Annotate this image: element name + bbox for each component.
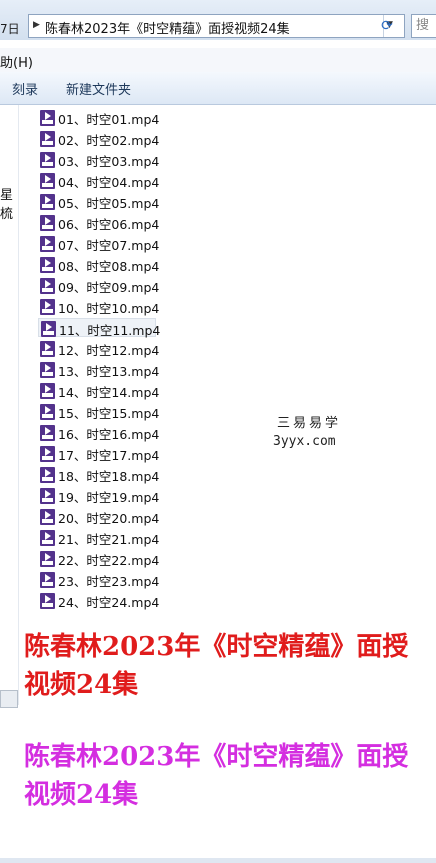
status-bar-edge (0, 858, 436, 863)
file-name[interactable]: 18、时空18.mp4 (58, 466, 159, 485)
file-row[interactable]: 08、时空08.mp4 (38, 255, 159, 275)
watermark-url: 3yyx.com (273, 434, 336, 449)
mp4-file-icon[interactable] (40, 173, 55, 189)
mp4-file-icon[interactable] (40, 446, 55, 462)
file-row[interactable]: 13、时空13.mp4 (38, 360, 159, 380)
file-name[interactable]: 08、时空08.mp4 (58, 256, 159, 275)
toolbar: 刻录 新建文件夹 (0, 72, 436, 105)
caption-red: 陈春林2023年《时空精蕴》面授视频24集 (24, 632, 409, 700)
mp4-file-icon[interactable] (40, 425, 55, 441)
mp4-file-icon[interactable] (40, 362, 55, 378)
mp4-file-icon[interactable] (40, 131, 55, 147)
mp4-file-icon[interactable] (40, 509, 55, 525)
file-row[interactable]: 15、时空15.mp4 (38, 402, 159, 422)
file-name[interactable]: 09、时空09.mp4 (58, 277, 159, 296)
mp4-file-icon[interactable] (40, 215, 55, 231)
file-row[interactable]: 11、时空11.mp4 (38, 318, 160, 338)
file-name[interactable]: 13、时空13.mp4 (58, 361, 159, 380)
menu-item-help[interactable]: 助(H) (0, 52, 33, 71)
file-row[interactable]: 06、时空06.mp4 (38, 213, 159, 233)
file-name[interactable]: 16、时空16.mp4 (58, 424, 159, 443)
refresh-icon[interactable]: ⟳ (376, 16, 398, 36)
search-input[interactable]: 搜 (411, 14, 436, 38)
file-name[interactable]: 01、时空01.mp4 (58, 109, 159, 128)
file-name[interactable]: 22、时空22.mp4 (58, 550, 159, 569)
file-name[interactable]: 17、时空17.mp4 (58, 445, 159, 464)
mp4-file-icon[interactable] (41, 321, 56, 337)
mp4-file-icon[interactable] (40, 488, 55, 504)
breadcrumb-fragment[interactable]: 7日 (0, 20, 20, 37)
file-row[interactable]: 23、时空23.mp4 (38, 570, 159, 590)
navigation-pane: 星梳 (0, 105, 19, 705)
file-row[interactable]: 02、时空02.mp4 (38, 129, 159, 149)
file-row[interactable]: 01、时空01.mp4 (38, 108, 159, 128)
file-name[interactable]: 20、时空20.mp4 (58, 508, 159, 527)
file-name[interactable]: 02、时空02.mp4 (58, 130, 159, 149)
file-row[interactable]: 19、时空19.mp4 (38, 486, 159, 506)
file-name[interactable]: 03、时空03.mp4 (58, 151, 159, 170)
file-row[interactable]: 16、时空16.mp4 (38, 423, 159, 443)
file-name[interactable]: 14、时空14.mp4 (58, 382, 159, 401)
file-name[interactable]: 15、时空15.mp4 (58, 403, 159, 422)
file-row[interactable]: 09、时空09.mp4 (38, 276, 159, 296)
file-name[interactable]: 07、时空07.mp4 (58, 235, 159, 254)
file-row[interactable]: 04、时空04.mp4 (38, 171, 159, 191)
burn-button[interactable]: 刻录 (12, 79, 38, 98)
mp4-file-icon[interactable] (40, 593, 55, 609)
mp4-file-icon[interactable] (40, 152, 55, 168)
mp4-file-icon[interactable] (40, 404, 55, 420)
file-row[interactable]: 17、时空17.mp4 (38, 444, 159, 464)
file-name[interactable]: 19、时空19.mp4 (58, 487, 159, 506)
mp4-file-icon[interactable] (40, 194, 55, 210)
file-row[interactable]: 05、时空05.mp4 (38, 192, 159, 212)
menu-bar: 助(H) (0, 48, 436, 72)
file-row[interactable]: 21、时空21.mp4 (38, 528, 159, 548)
file-row[interactable]: 12、时空12.mp4 (38, 339, 159, 359)
mp4-file-icon[interactable] (40, 278, 55, 294)
address-path[interactable]: 陈春林2023年《时空精蕴》面授视频24集 (45, 18, 290, 37)
mp4-file-icon[interactable] (40, 467, 55, 483)
file-name[interactable]: 24、时空24.mp4 (58, 592, 159, 611)
watermark-title: 三易易学 (277, 416, 342, 431)
file-name[interactable]: 21、时空21.mp4 (58, 529, 159, 548)
file-row[interactable]: 07、时空07.mp4 (38, 234, 159, 254)
file-row[interactable]: 18、时空18.mp4 (38, 465, 159, 485)
mp4-file-icon[interactable] (40, 551, 55, 567)
nav-item-label[interactable]: 星梳 (0, 184, 18, 222)
file-name[interactable]: 12、时空12.mp4 (58, 340, 159, 359)
file-row[interactable]: 10、时空10.mp4 (38, 297, 159, 317)
file-row[interactable]: 20、时空20.mp4 (38, 507, 159, 527)
file-name[interactable]: 04、时空04.mp4 (58, 172, 159, 191)
mp4-file-icon[interactable] (40, 530, 55, 546)
file-row[interactable]: 03、时空03.mp4 (38, 150, 159, 170)
mp4-file-icon[interactable] (40, 341, 55, 357)
mp4-file-icon[interactable] (40, 299, 55, 315)
watermark: 三易易学 3yyx.com (181, 406, 436, 456)
chevron-right-icon[interactable]: ▶ (33, 20, 40, 30)
file-name[interactable]: 23、时空23.mp4 (58, 571, 159, 590)
mp4-file-icon[interactable] (40, 383, 55, 399)
file-name[interactable]: 05、时空05.mp4 (58, 193, 159, 212)
address-bar-region: 7日 ▶ 陈春林2023年《时空精蕴》面授视频24集 ▼ ⟳ 搜 (0, 0, 436, 40)
file-row[interactable]: 24、时空24.mp4 (38, 591, 159, 611)
mp4-file-icon[interactable] (40, 110, 55, 126)
file-row[interactable]: 14、时空14.mp4 (38, 381, 159, 401)
address-input[interactable]: ▶ 陈春林2023年《时空精蕴》面授视频24集 ▼ (28, 14, 405, 38)
mp4-file-icon[interactable] (40, 572, 55, 588)
mp4-file-icon[interactable] (40, 257, 55, 273)
file-name[interactable]: 06、时空06.mp4 (58, 214, 159, 233)
scrollbar-handle[interactable] (0, 690, 18, 708)
caption-pink: 陈春林2023年《时空精蕴》面授视频24集 (24, 742, 409, 810)
file-name[interactable]: 10、时空10.mp4 (58, 298, 159, 317)
file-name[interactable]: 11、时空11.mp4 (59, 320, 160, 339)
mp4-file-icon[interactable] (40, 236, 55, 252)
file-row[interactable]: 22、时空22.mp4 (38, 549, 159, 569)
new-folder-button[interactable]: 新建文件夹 (66, 79, 131, 98)
